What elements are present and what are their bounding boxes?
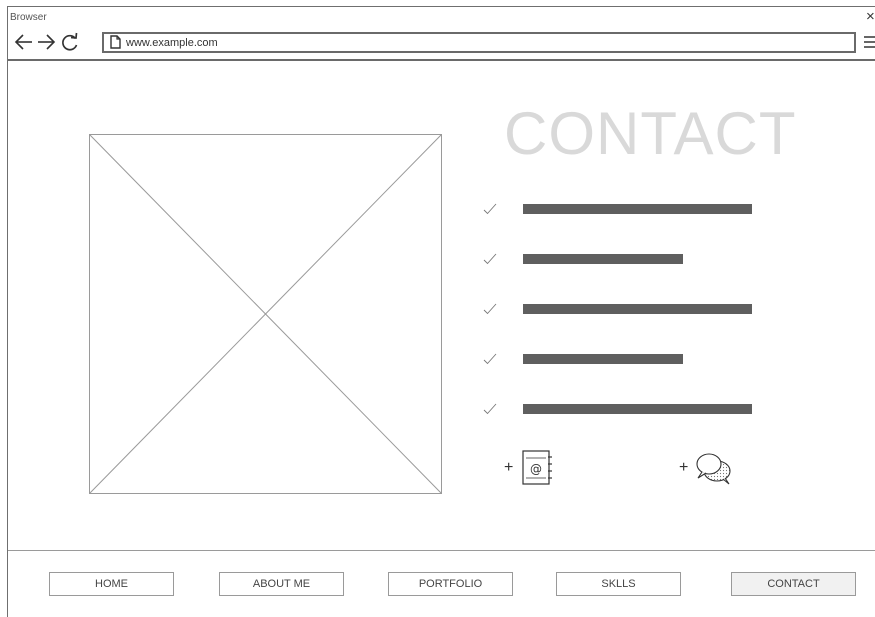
- browser-toolbar: [8, 29, 875, 59]
- list-item: [480, 397, 770, 421]
- title-bar: Browser ×: [8, 7, 875, 29]
- footer-divider: [8, 550, 875, 551]
- checkmark-icon: [483, 302, 497, 315]
- chat-bubbles-icon: [695, 451, 733, 490]
- list-item: [480, 297, 770, 321]
- add-chat-button[interactable]: +: [677, 450, 737, 486]
- reload-icon[interactable]: [60, 32, 80, 56]
- checkmark-icon: [483, 252, 497, 265]
- text-placeholder-line: [523, 304, 752, 314]
- add-email-button[interactable]: + @: [502, 450, 562, 486]
- window-title: Browser: [10, 12, 47, 23]
- url-input[interactable]: [126, 34, 726, 51]
- text-placeholder-line: [523, 204, 752, 214]
- back-arrow-icon[interactable]: [14, 32, 34, 56]
- text-placeholder-line: [523, 254, 683, 264]
- page-icon: [110, 35, 121, 54]
- list-item: [480, 347, 770, 371]
- header-divider: [8, 59, 875, 61]
- nav-portfolio-button[interactable]: PORTFOLIO: [388, 572, 513, 596]
- address-bar[interactable]: [102, 32, 856, 53]
- plus-icon: +: [679, 459, 689, 476]
- nav-contact-button[interactable]: CONTACT: [731, 572, 856, 596]
- browser-window: Browser × www.example.com CONTACT + @ + …: [7, 6, 875, 617]
- checkmark-icon: [483, 202, 497, 215]
- checkmark-icon: [483, 402, 497, 415]
- text-placeholder-line: [523, 354, 683, 364]
- address-book-icon: @: [522, 450, 554, 491]
- list-item: [480, 247, 770, 271]
- nav-skills-button[interactable]: SKLLS: [556, 572, 681, 596]
- list-item: [480, 197, 770, 221]
- page-title: CONTACT: [504, 100, 797, 167]
- text-placeholder-line: [523, 404, 752, 414]
- nav-home-button[interactable]: HOME: [49, 572, 174, 596]
- checkmark-icon: [483, 352, 497, 365]
- nav-about-button[interactable]: ABOUT ME: [219, 572, 344, 596]
- footer-nav: HOME ABOUT ME PORTFOLIO SKLLS CONTACT: [8, 572, 875, 598]
- close-icon[interactable]: ×: [866, 9, 875, 24]
- plus-icon: +: [504, 459, 514, 476]
- image-placeholder: [89, 134, 442, 494]
- svg-text:@: @: [530, 462, 542, 476]
- forward-arrow-icon[interactable]: [36, 32, 56, 56]
- hamburger-menu-icon[interactable]: [864, 35, 875, 49]
